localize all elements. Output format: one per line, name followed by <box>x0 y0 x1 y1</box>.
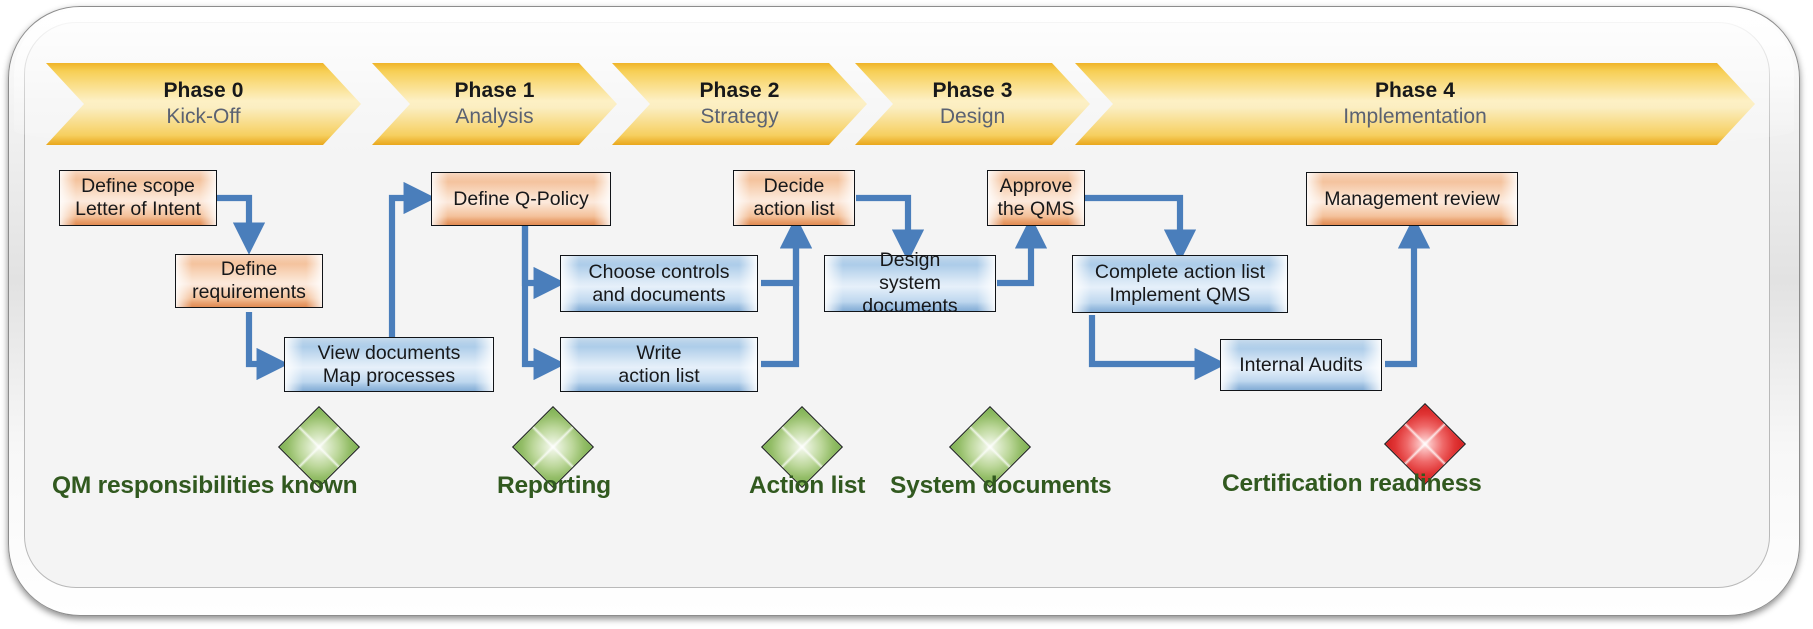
phase-name: Kick-Off <box>166 104 241 128</box>
box-complete-action-list[interactable]: Complete action list Implement QMS <box>1072 255 1288 313</box>
box-define-q-policy[interactable]: Define Q-Policy <box>431 172 611 226</box>
milestone-label-certification: Certification readiness <box>1222 470 1482 497</box>
diagram-canvas: Phase 0 Kick-Off Phase 1 Analysis Phase … <box>0 0 1813 629</box>
phase-number: Phase 1 <box>454 79 535 103</box>
phase-name: Design <box>939 104 1006 128</box>
box-label: Define requirements <box>192 258 306 303</box>
phase-number: Phase 4 <box>1374 79 1456 103</box>
box-internal-audits[interactable]: Internal Audits <box>1220 339 1382 391</box>
box-label: Decide action list <box>753 175 835 220</box>
box-label: Management review <box>1324 187 1500 210</box>
box-label: View documents Map processes <box>317 341 461 387</box>
box-choose-controls[interactable]: Choose controls and documents <box>560 255 758 312</box>
box-label: Choose controls and documents <box>588 260 730 306</box>
phase-name: Implementation <box>1343 104 1487 128</box>
box-view-documents[interactable]: View documents Map processes <box>284 337 494 392</box>
phase-number: Phase 2 <box>699 79 780 103</box>
box-label: Define scope Letter of Intent <box>75 175 201 220</box>
phase-name: Analysis <box>455 104 534 128</box>
phase-number: Phase 3 <box>932 79 1013 103</box>
milestone-label-action-list: Action list <box>749 472 866 499</box>
box-design-system-documents[interactable]: Design system documents <box>824 249 996 317</box>
box-decide-action-list[interactable]: Decide action list <box>733 170 855 226</box>
box-label: Define Q-Policy <box>453 187 589 210</box>
phase-chevron-2[interactable]: Phase 2 Strategy <box>612 63 867 145</box>
phase-name: Strategy <box>700 104 779 128</box>
milestone-label-system-documents: System documents <box>890 472 1112 499</box>
box-label: Internal Audits <box>1239 353 1363 376</box>
box-label: Approve the QMS <box>997 175 1075 220</box>
phase-chevron-4[interactable]: Phase 4 Implementation <box>1075 63 1755 145</box>
box-label: Complete action list Implement QMS <box>1094 261 1266 306</box>
box-label: Write action list <box>618 341 700 387</box>
box-approve-qms[interactable]: Approve the QMS <box>987 170 1085 226</box>
box-label: Design system documents <box>862 249 958 317</box>
milestone-label-reporting: Reporting <box>497 472 611 499</box>
box-write-action-list[interactable]: Write action list <box>560 337 758 392</box>
phase-number: Phase 0 <box>163 79 244 103</box>
milestone-label-qm-responsibilities: QM responsibilities known <box>52 472 358 499</box>
box-management-review[interactable]: Management review <box>1306 172 1518 226</box>
phase-chevron-0[interactable]: Phase 0 Kick-Off <box>46 63 361 145</box>
box-define-scope[interactable]: Define scope Letter of Intent <box>59 170 217 226</box>
box-define-requirements[interactable]: Define requirements <box>175 254 323 308</box>
